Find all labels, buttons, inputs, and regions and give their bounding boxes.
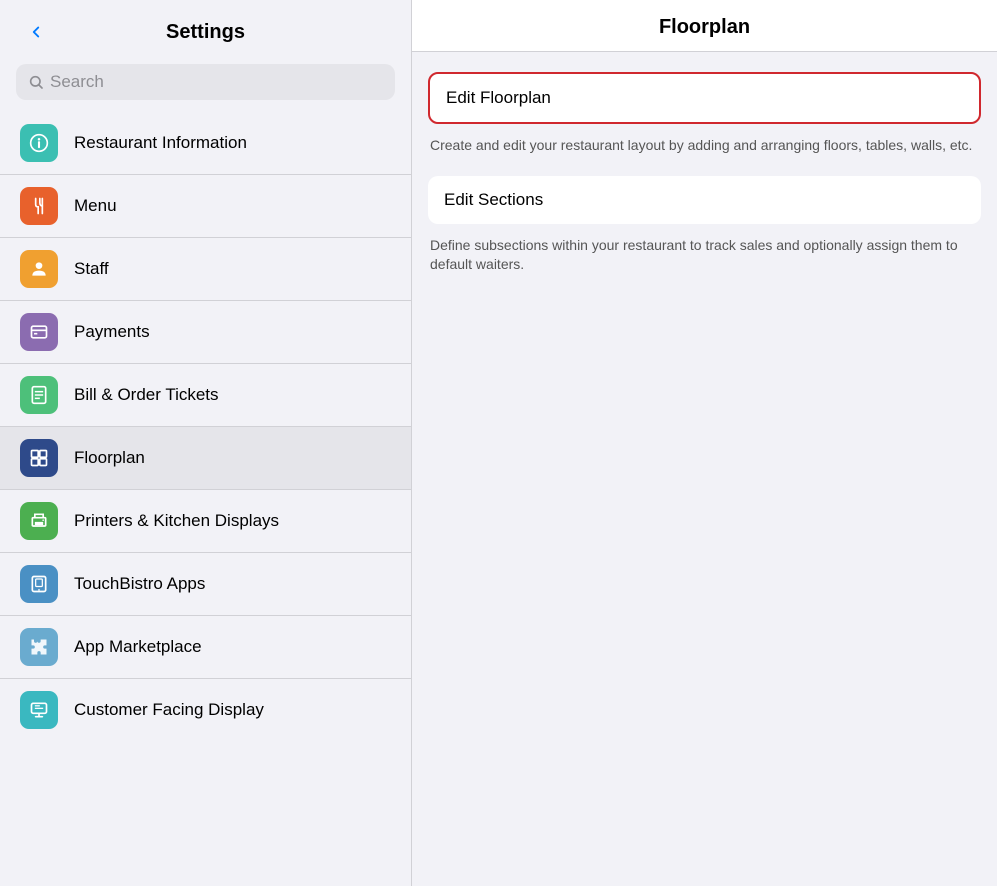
edit-sections-description: Define subsections within your restauran… (430, 236, 981, 275)
right-panel-title: Floorplan (412, 0, 997, 52)
touchbistro-apps-label: TouchBistro Apps (74, 574, 205, 594)
floorplan-icon (20, 439, 58, 477)
menu-list: Restaurant Information Menu Staff (0, 112, 411, 886)
edit-floorplan-label: Edit Floorplan (446, 88, 963, 108)
printers-kitchen-icon (20, 502, 58, 540)
customer-facing-icon (20, 691, 58, 729)
restaurant-information-label: Restaurant Information (74, 133, 247, 153)
sidebar-item-printers-kitchen[interactable]: Printers & Kitchen Displays (0, 490, 411, 553)
divider (428, 156, 981, 176)
menu-icon (20, 187, 58, 225)
customer-facing-label: Customer Facing Display (74, 700, 264, 720)
sidebar-item-customer-facing[interactable]: Customer Facing Display (0, 679, 411, 741)
app-marketplace-icon (20, 628, 58, 666)
payments-icon (20, 313, 58, 351)
restaurant-information-icon (20, 124, 58, 162)
edit-sections-label: Edit Sections (444, 190, 965, 210)
search-bar-container: Search (0, 58, 411, 112)
header: Settings (0, 0, 411, 58)
sidebar-item-touchbistro-apps[interactable]: TouchBistro Apps (0, 553, 411, 616)
floorplan-label: Floorplan (74, 448, 145, 468)
sidebar-item-floorplan[interactable]: Floorplan (0, 427, 411, 490)
search-bar[interactable]: Search (16, 64, 395, 100)
edit-floorplan-card[interactable]: Edit Floorplan (428, 72, 981, 124)
edit-sections-card[interactable]: Edit Sections (428, 176, 981, 224)
menu-label: Menu (74, 196, 117, 216)
bill-order-tickets-label: Bill & Order Tickets (74, 385, 219, 405)
payments-label: Payments (74, 322, 150, 342)
sidebar-item-staff[interactable]: Staff (0, 238, 411, 301)
bill-order-tickets-icon (20, 376, 58, 414)
page-title: Settings (52, 21, 359, 44)
printers-kitchen-label: Printers & Kitchen Displays (74, 511, 279, 531)
edit-floorplan-description: Create and edit your restaurant layout b… (430, 136, 981, 156)
right-content: Edit Floorplan Create and edit your rest… (412, 52, 997, 295)
touchbistro-apps-icon (20, 565, 58, 603)
back-button[interactable] (20, 16, 52, 48)
sidebar-item-menu[interactable]: Menu (0, 175, 411, 238)
sidebar-item-app-marketplace[interactable]: App Marketplace (0, 616, 411, 679)
app-marketplace-label: App Marketplace (74, 637, 202, 657)
left-panel: Settings Search Restaurant Informa (0, 0, 412, 886)
right-panel: Floorplan Edit Floorplan Create and edit… (412, 0, 997, 886)
staff-icon (20, 250, 58, 288)
staff-label: Staff (74, 259, 109, 279)
sidebar-item-bill-order-tickets[interactable]: Bill & Order Tickets (0, 364, 411, 427)
sidebar-item-payments[interactable]: Payments (0, 301, 411, 364)
sidebar-item-restaurant-information[interactable]: Restaurant Information (0, 112, 411, 175)
search-icon (28, 74, 44, 90)
search-placeholder: Search (50, 72, 104, 92)
